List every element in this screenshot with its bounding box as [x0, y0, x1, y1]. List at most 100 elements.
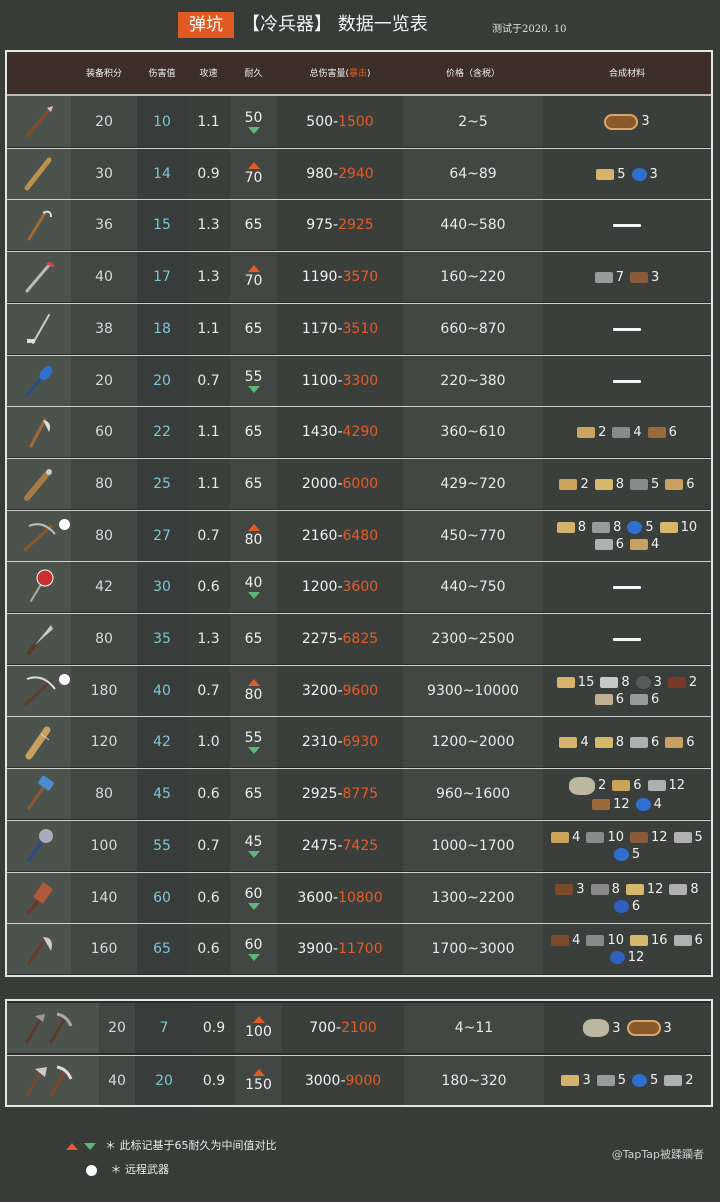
total-damage-cell: 2475- 7425	[277, 821, 403, 871]
materials-cell: 8 8 5 10 6 4	[543, 511, 711, 561]
total-damage-low: 2275-	[301, 631, 343, 647]
material-item: 3	[630, 270, 659, 285]
price-value: 1200~2000	[431, 734, 515, 750]
wire-icon	[609, 951, 625, 964]
damage-value: 20	[155, 1072, 173, 1089]
speed-value: 1.3	[197, 217, 220, 233]
stone-axe-and-pickaxe-icon	[25, 1012, 73, 1044]
material-item: 2	[559, 477, 589, 492]
tape-icon	[613, 848, 629, 861]
table-row: 60 22 1.1 65 1430- 4290 360~610 2 4 6	[7, 406, 711, 457]
table-row: 180 40 0.7 80 3200- 9600 9300~10000 15 8 3 2 6 6	[7, 665, 711, 716]
nail-bat-icon	[25, 726, 51, 760]
damage-value: 42	[153, 734, 171, 750]
material-qty: 6	[668, 424, 677, 440]
total-damage-crit: 3510	[342, 321, 379, 337]
col-speed: 攻速	[199, 69, 218, 79]
total-damage-low: 3600-	[297, 890, 339, 906]
material-qty: 5	[650, 1073, 659, 1088]
stop-sign-icon	[30, 569, 54, 602]
nails-icon	[664, 1075, 683, 1086]
price-value: 1000~1700	[431, 838, 515, 854]
tape-icon	[632, 1074, 647, 1087]
up-arrow-icon	[252, 1016, 265, 1023]
speed-value: 1.3	[197, 269, 220, 285]
table-row: 38 18 1.1 65 1170- 3510 660~870	[7, 303, 711, 354]
down-arrow-icon	[247, 954, 260, 961]
durability-cell: 65	[230, 407, 277, 457]
material-item: 8	[556, 520, 586, 535]
materials-cell	[543, 562, 711, 612]
material-qty: 6	[633, 778, 642, 793]
table-row: 80 25 1.1 65 2000- 6000 429~720 2 8 5 6	[7, 458, 711, 509]
total-damage-cell: 700- 2100	[282, 1003, 404, 1053]
material-qty: 6	[686, 734, 695, 750]
total-damage-cell: 2160- 6480	[277, 511, 403, 561]
speed-value: 0.6	[197, 890, 220, 906]
total-damage-low: 2000-	[301, 476, 343, 492]
nails-icon	[647, 780, 666, 791]
plank-icon	[559, 736, 578, 748]
durability-value: 65	[244, 786, 263, 802]
stick-icon	[551, 832, 570, 843]
plank-icon	[556, 522, 575, 533]
material-qty: 6	[694, 933, 703, 948]
legend-ranged-text: ＊ 远程武器	[110, 1163, 170, 1176]
down-arrow-icon	[247, 747, 260, 754]
material-item: 5	[632, 1073, 658, 1088]
total-damage-low: 975-	[306, 217, 339, 233]
material-item: 4	[612, 425, 642, 440]
material-qty: 6	[615, 692, 624, 707]
score-value: 30	[95, 166, 113, 182]
material-item: 10	[586, 830, 624, 845]
durability-value: 65	[244, 631, 263, 647]
materials-cell: 4 10 16 6 12	[543, 924, 711, 974]
material-qty: 10	[607, 933, 624, 948]
gear-icon	[594, 694, 613, 705]
up-arrow-icon	[252, 1068, 265, 1076]
durability-cell: 60	[230, 924, 277, 974]
material-item: 4	[551, 933, 580, 948]
material-qty: 3	[582, 1073, 591, 1088]
score-value: 80	[95, 528, 113, 544]
damage-value: 22	[153, 424, 171, 440]
material-item: 3	[561, 1073, 591, 1088]
speed-value: 1.3	[197, 631, 220, 647]
table-row: 80 45 0.6 65 2925- 8775 960~1600 2 6 12 12 4	[7, 768, 711, 819]
speed-value: 0.7	[197, 373, 220, 389]
material-item: 16	[630, 933, 668, 948]
material-qty: 4	[580, 734, 589, 750]
material-item: 2	[577, 425, 606, 440]
durability-cell: 65	[230, 304, 277, 354]
mace-icon	[27, 829, 53, 862]
material-item: 3	[583, 1019, 621, 1037]
material-item: 6	[613, 899, 641, 914]
material-qty: 12	[651, 830, 668, 845]
durability-value: 100	[245, 1024, 272, 1040]
material-qty: 3	[612, 1020, 621, 1036]
total-damage-cell: 1190- 3570	[277, 252, 403, 302]
materials-cell	[543, 614, 711, 664]
table-row: 140 60 0.6 60 3600- 10800 1300~2200 3 8 12 8 6	[7, 872, 711, 923]
down-arrow-icon	[247, 592, 260, 599]
price-value: 1300~2200	[431, 890, 515, 906]
material-qty: 6	[631, 899, 641, 914]
down-arrow-icon	[247, 126, 260, 134]
score-value: 40	[108, 1072, 126, 1089]
up-arrow-icon	[66, 1142, 78, 1150]
material-item: 2	[667, 675, 697, 690]
speed-value: 0.7	[197, 683, 220, 699]
total-damage-cell: 3900- 11700	[277, 924, 403, 974]
bone-icon	[625, 884, 644, 895]
material-item: 12	[625, 882, 663, 897]
durability-cell: 70	[230, 149, 277, 199]
material-item: 12	[647, 778, 685, 793]
blade-icon	[586, 935, 605, 946]
stone-icon	[583, 1019, 610, 1037]
speed-value: 0.6	[197, 941, 220, 957]
credit: @TapTap被蹂躏者	[611, 1148, 704, 1161]
material-item: 3	[555, 882, 585, 897]
col-score: 装备积分	[85, 69, 122, 79]
material-qty: 8	[690, 882, 699, 897]
score-value: 80	[95, 631, 113, 647]
